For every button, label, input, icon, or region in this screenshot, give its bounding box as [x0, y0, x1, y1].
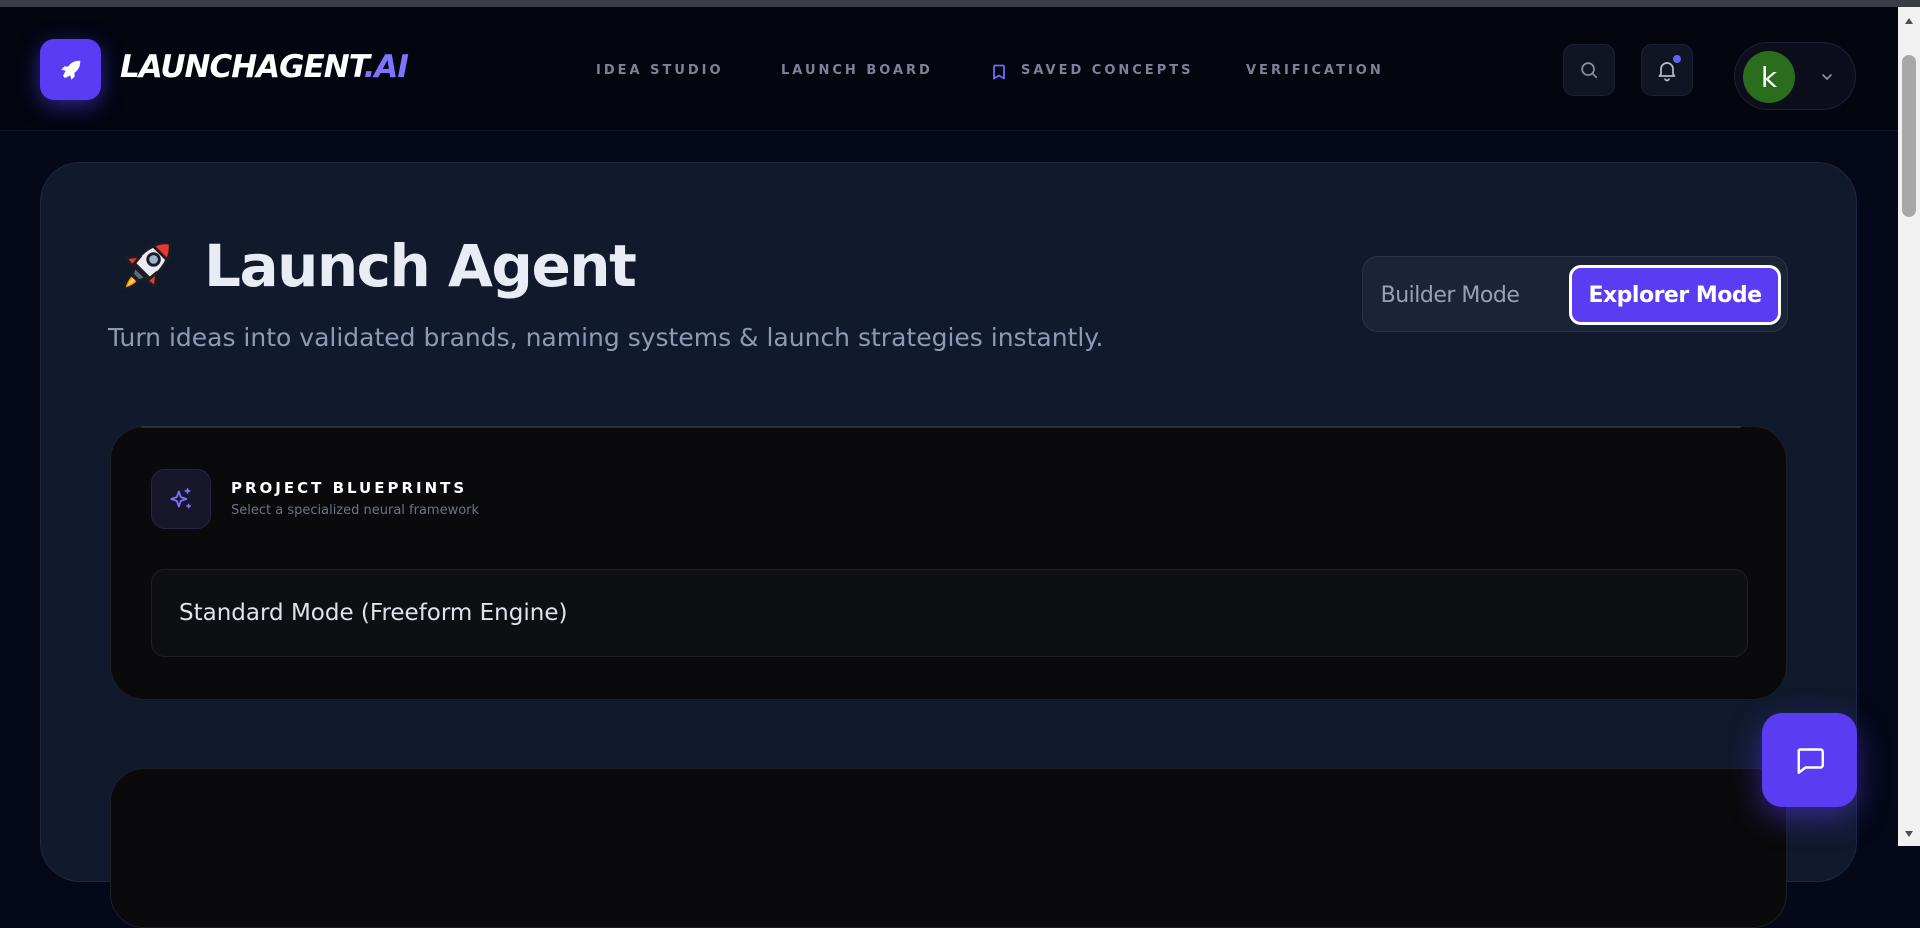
blueprints-badge: [151, 469, 211, 529]
logo-button[interactable]: [40, 39, 101, 100]
rocket-icon: [60, 60, 80, 80]
panel-top-highlight: [141, 426, 1741, 428]
blueprints-subtitle: Select a specialized neural framework: [231, 503, 480, 518]
brand-suffix: .AI: [363, 49, 409, 85]
blueprint-select[interactable]: Standard Mode (Freeform Engine): [151, 569, 1748, 657]
window-top-border: [0, 0, 1920, 7]
blueprints-title: PROJECT BLUEPRINTS: [231, 479, 468, 497]
nav-saved-concepts-label: SAVED CONCEPTS: [1021, 63, 1194, 78]
top-navbar: LAUNCHAGENT.AI IDEA STUDIO LAUNCH BOARD …: [0, 7, 1898, 131]
sparkles-icon: [170, 487, 192, 509]
notifications-button[interactable]: [1641, 44, 1693, 96]
rocket-emoji-icon: [122, 241, 172, 291]
builder-mode-button[interactable]: Builder Mode: [1377, 265, 1523, 325]
search-button[interactable]: [1563, 44, 1615, 96]
mode-toggle: Builder Mode Explorer Mode: [1362, 256, 1788, 332]
profile-menu-button[interactable]: k: [1734, 42, 1856, 110]
project-blueprints-panel: PROJECT BLUEPRINTS Select a specialized …: [110, 426, 1787, 700]
explorer-mode-button[interactable]: Explorer Mode: [1569, 265, 1781, 325]
nav-verification[interactable]: VERIFICATION: [1246, 63, 1384, 78]
bookmark-icon: [993, 64, 1005, 80]
page-scrollbar[interactable]: [1898, 7, 1920, 846]
scroll-down-arrow[interactable]: [1898, 824, 1920, 844]
page-subtitle: Turn ideas into validated brands, naming…: [108, 323, 1104, 352]
page-title: Launch Agent: [204, 232, 637, 300]
scrollbar-thumb[interactable]: [1902, 55, 1916, 217]
search-icon: [1581, 62, 1598, 79]
nav-saved-concepts[interactable]: SAVED CONCEPTS: [992, 63, 1194, 80]
brand-name: LAUNCHAGENT: [120, 49, 365, 85]
brand-wordmark[interactable]: LAUNCHAGENT.AI: [120, 49, 409, 85]
avatar: k: [1743, 51, 1795, 103]
scroll-up-arrow[interactable]: [1898, 11, 1920, 31]
page-title-row: Launch Agent: [110, 228, 637, 304]
nav-launch-board[interactable]: LAUNCH BOARD: [781, 63, 933, 78]
blueprint-select-value: Standard Mode (Freeform Engine): [179, 600, 568, 626]
chevron-down-icon: [1822, 74, 1832, 80]
nav-idea-studio[interactable]: IDEA STUDIO: [596, 63, 724, 78]
next-panel: [110, 768, 1787, 928]
notification-badge: [1671, 53, 1683, 65]
chat-bubble-icon: [1796, 748, 1824, 774]
chat-button[interactable]: [1762, 713, 1857, 807]
